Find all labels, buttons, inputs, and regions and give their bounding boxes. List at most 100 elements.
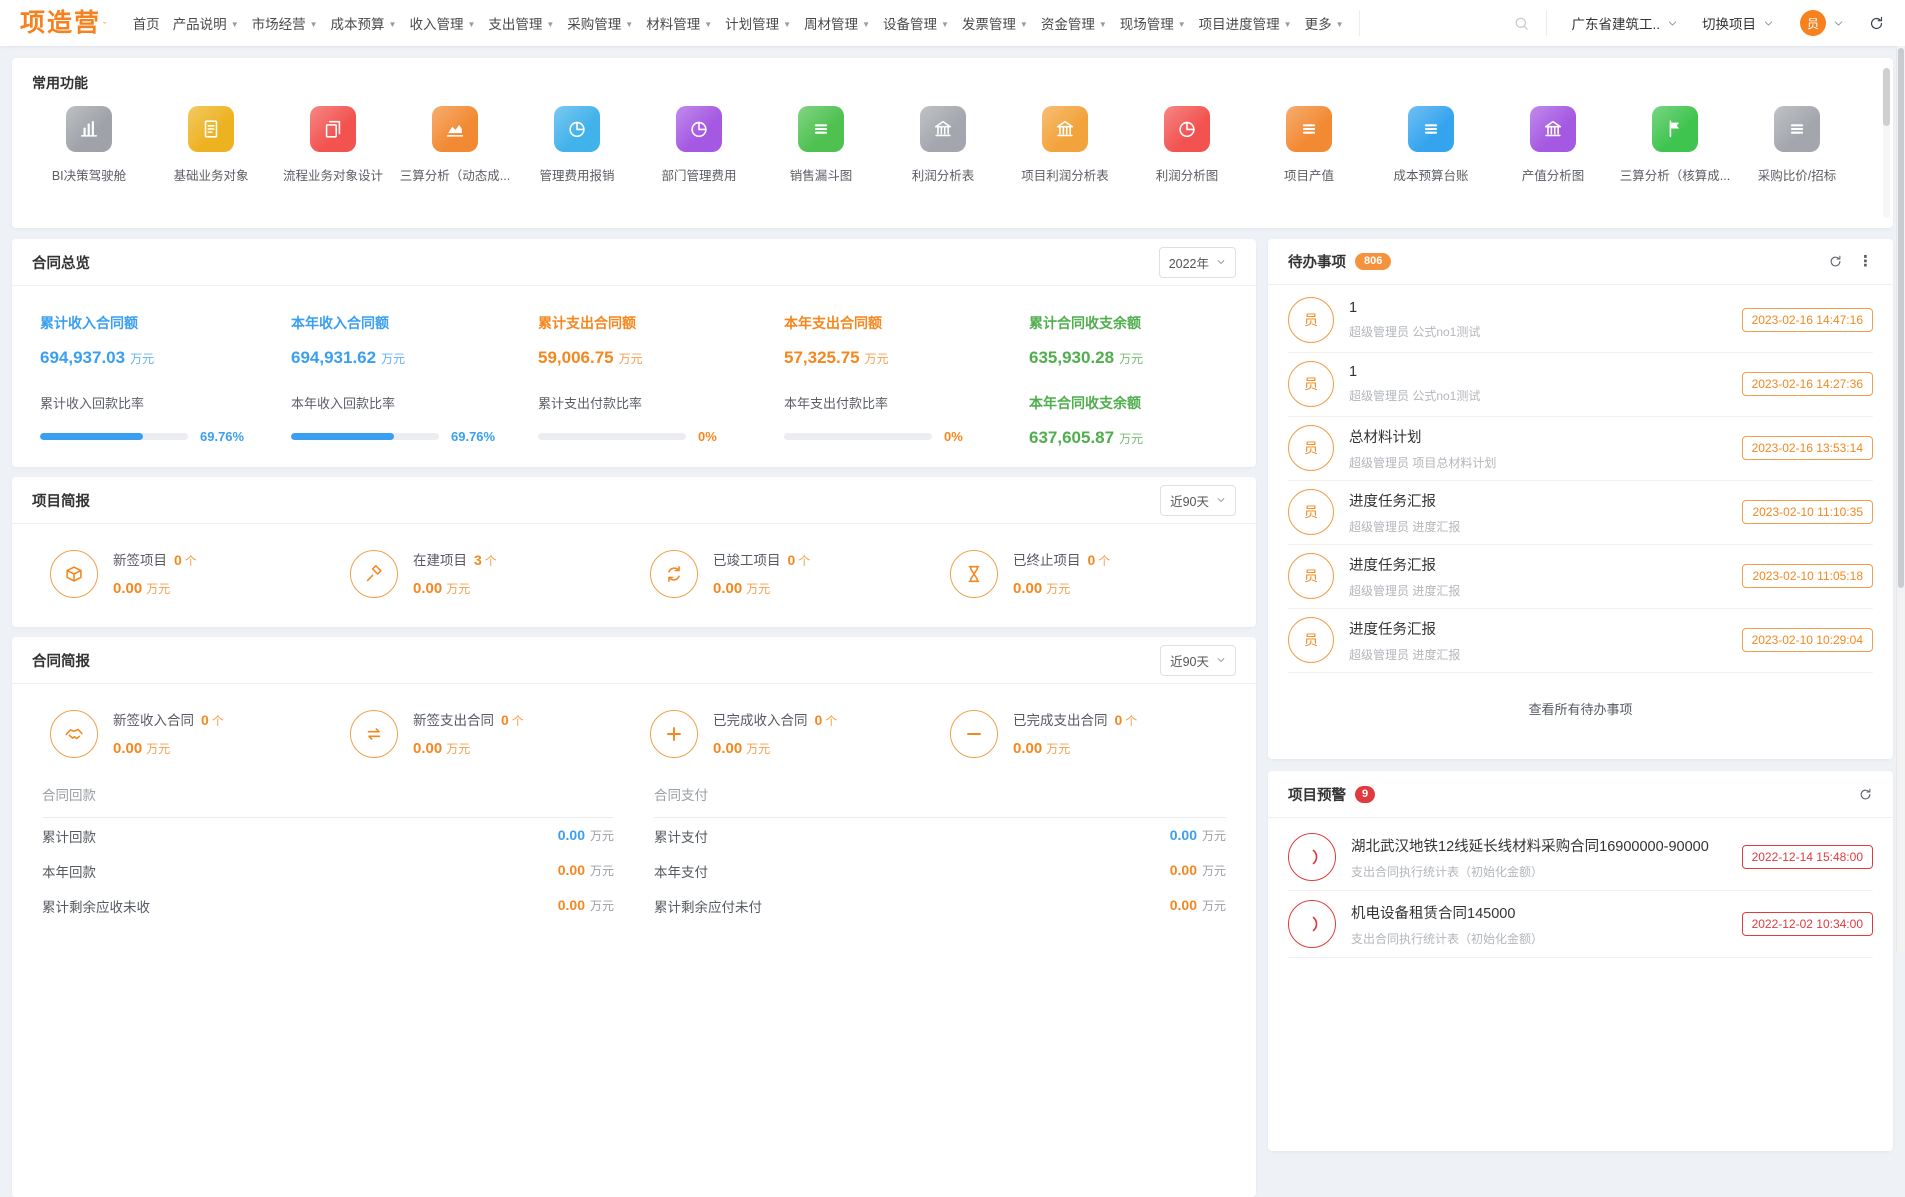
- warning-refresh-icon[interactable]: [1858, 787, 1873, 802]
- menu-item-项目进度管理[interactable]: 项目进度管理 ▼: [1199, 13, 1292, 33]
- search-area[interactable]: [1360, 15, 1546, 32]
- box-icon: [50, 550, 98, 598]
- view-all-todos-link[interactable]: 查看所有待办事项: [1268, 673, 1893, 759]
- caret-down-icon: ▼: [783, 20, 791, 29]
- quick-function-tile[interactable]: 三算分析（核算成...: [1614, 106, 1736, 184]
- quick-function-tile[interactable]: 采购比价/招标: [1736, 106, 1858, 184]
- quick-function-tile[interactable]: 产值分析图: [1492, 106, 1614, 184]
- contract-receipts-title: 合同回款: [42, 784, 614, 818]
- brief-stat-count: 0: [1115, 712, 1123, 728]
- warning-count-badge: 9: [1355, 786, 1375, 803]
- brief-stat-count: 0: [1088, 552, 1096, 568]
- todo-more-icon[interactable]: ⋮: [1858, 252, 1873, 270]
- quick-function-tile[interactable]: 流程业务对象设计: [272, 106, 394, 184]
- user-avatar[interactable]: 员: [1800, 10, 1826, 36]
- flag-icon: [1652, 106, 1698, 152]
- contract-brief-range-select[interactable]: 近90天: [1160, 645, 1236, 676]
- list-icon: [1286, 106, 1332, 152]
- menu-item-周材管理[interactable]: 周材管理 ▼: [804, 13, 870, 33]
- menu-item-采购管理[interactable]: 采购管理 ▼: [567, 13, 633, 33]
- overview-ratio-percent: 0%: [944, 429, 963, 444]
- switch-project-selector[interactable]: 切换项目: [1702, 13, 1774, 33]
- contract-money-section: 合同回款 累计回款 0.00万元 本年回款 0.00万元 累计剩余应收未收 0.…: [12, 758, 1256, 923]
- menu-item-支出管理[interactable]: 支出管理 ▼: [488, 13, 554, 33]
- brief-stat-label: 新签支出合同: [413, 713, 494, 728]
- page-refresh-icon[interactable]: [1868, 15, 1885, 32]
- chevron-down-icon[interactable]: [1833, 18, 1844, 29]
- quick-function-tile[interactable]: 销售漏斗图: [760, 106, 882, 184]
- quick-function-tile[interactable]: 项目利润分析表: [1004, 106, 1126, 184]
- quick-function-tile[interactable]: BI决策驾驶舱: [28, 106, 150, 184]
- warning-icon: [1288, 900, 1336, 948]
- brief-stat-amount: 0.00: [713, 740, 742, 757]
- org-selector[interactable]: 广东省建筑工..: [1571, 13, 1678, 33]
- contract-overview-stats: 累计收入合同额 694,937.03万元 本年收入合同额 694,931.62万…: [12, 286, 1256, 368]
- brief-stat-label: 新签项目: [113, 553, 167, 568]
- warning-item[interactable]: 湖北武汉地铁12线延长线材料采购合同16900000-90000 支出合同执行统…: [1288, 824, 1873, 891]
- brief-stat-item: 已竣工项目0个 0.00万元: [650, 549, 950, 598]
- todo-item[interactable]: 员 进度任务汇报 超级管理员 进度汇报 2023-02-10 11:05:18: [1288, 545, 1873, 609]
- page-scrollbar-thumb[interactable]: [1898, 48, 1904, 588]
- overview-stat-value: 59,006.75: [538, 348, 614, 367]
- brief-stat-amount-unit: 万元: [446, 742, 470, 756]
- list-icon: [1408, 106, 1454, 152]
- money-row-value: 0.00: [1170, 897, 1197, 913]
- brief-stat-label: 新签收入合同: [113, 713, 194, 728]
- bar-chart-icon: [66, 106, 112, 152]
- warning-item-title: 机电设备租赁合同145000: [1351, 902, 1727, 923]
- quick-function-tile[interactable]: 部门管理费用: [638, 106, 760, 184]
- menu-item-市场经营[interactable]: 市场经营 ▼: [252, 13, 318, 33]
- menu-item-label: 设备管理: [883, 13, 937, 33]
- todo-item[interactable]: 员 进度任务汇报 超级管理员 进度汇报 2023-02-10 10:29:04: [1288, 609, 1873, 673]
- area-chart-icon: [432, 106, 478, 152]
- menu-item-计划管理[interactable]: 计划管理 ▼: [725, 13, 791, 33]
- tile-label: 三算分析（动态成...: [400, 165, 510, 184]
- brief-stat-count: 0: [201, 712, 209, 728]
- search-icon[interactable]: [1513, 15, 1530, 32]
- contract-brief-stats: 新签收入合同0个 0.00万元 新签支出合同0个 0.00万元 已完成收入合同0…: [12, 684, 1256, 758]
- menu-item-产品说明[interactable]: 产品说明 ▼: [173, 13, 239, 33]
- page-scrollbar[interactable]: [1896, 46, 1905, 952]
- todo-item-time-badge: 2023-02-10 11:10:35: [1742, 500, 1873, 524]
- tile-label: 管理费用报销: [539, 165, 614, 184]
- quick-function-tile[interactable]: 利润分析表: [882, 106, 1004, 184]
- project-brief-range-select[interactable]: 近90天: [1160, 485, 1236, 516]
- menu-item-更多[interactable]: 更多 ▼: [1305, 13, 1344, 33]
- menu-item-首页[interactable]: 首页 ▼: [133, 13, 160, 33]
- money-row-label: 累计剩余应付未付: [654, 896, 762, 916]
- caret-down-icon: ▼: [1099, 20, 1107, 29]
- panel-scrollbar[interactable]: [1883, 68, 1890, 218]
- brief-stat-amount: 0.00: [413, 740, 442, 757]
- quick-function-tile[interactable]: 管理费用报销: [516, 106, 638, 184]
- brief-stat-count-unit: 个: [512, 714, 524, 728]
- quick-function-tile[interactable]: 项目产值: [1248, 106, 1370, 184]
- menu-item-发票管理[interactable]: 发票管理 ▼: [962, 13, 1028, 33]
- overview-ratio-label: 本年支出付款比率: [784, 393, 1029, 412]
- todo-item[interactable]: 员 1 超级管理员 公式no1测试 2023-02-16 14:27:36: [1288, 353, 1873, 417]
- menu-item-材料管理[interactable]: 材料管理 ▼: [646, 13, 712, 33]
- warning-item[interactable]: 机电设备租赁合同145000 支出合同执行统计表（初始化金额） 2022-12-…: [1288, 891, 1873, 958]
- year-filter-select[interactable]: 2022年: [1159, 247, 1236, 278]
- menu-item-现场管理[interactable]: 现场管理 ▼: [1120, 13, 1186, 33]
- panel-scrollbar-thumb[interactable]: [1883, 68, 1890, 126]
- quick-function-tile[interactable]: 成本预算台账: [1370, 106, 1492, 184]
- quick-function-tile[interactable]: 利润分析图: [1126, 106, 1248, 184]
- todo-item[interactable]: 员 进度任务汇报 超级管理员 进度汇报 2023-02-10 11:10:35: [1288, 481, 1873, 545]
- year-balance-stat: 本年合同收支余额 637,605.87万元: [1029, 393, 1256, 448]
- menu-item-设备管理[interactable]: 设备管理 ▼: [883, 13, 949, 33]
- caret-down-icon: ▼: [862, 20, 870, 29]
- todo-refresh-icon[interactable]: [1828, 254, 1843, 269]
- app-logo[interactable]: 项造营 ˇ: [20, 11, 107, 36]
- brief-stat-count: 0: [501, 712, 509, 728]
- quick-function-tile[interactable]: 三算分析（动态成...: [394, 106, 516, 184]
- brief-stat-count: 0: [788, 552, 796, 568]
- todo-item[interactable]: 员 1 超级管理员 公式no1测试 2023-02-16 14:47:16: [1288, 289, 1873, 353]
- progress-bar: [291, 433, 439, 440]
- project-warning-header: 项目预警 9: [1268, 771, 1893, 818]
- menu-item-收入管理[interactable]: 收入管理 ▼: [409, 13, 475, 33]
- brief-stat-item: 新签支出合同 0个 0.00 万元: [350, 709, 650, 758]
- quick-function-tile[interactable]: 基础业务对象: [150, 106, 272, 184]
- menu-item-成本预算[interactable]: 成本预算 ▼: [331, 13, 397, 33]
- todo-item[interactable]: 员 总材料计划 超级管理员 项目总材料计划 2023-02-16 13:53:1…: [1288, 417, 1873, 481]
- menu-item-资金管理[interactable]: 资金管理 ▼: [1041, 13, 1107, 33]
